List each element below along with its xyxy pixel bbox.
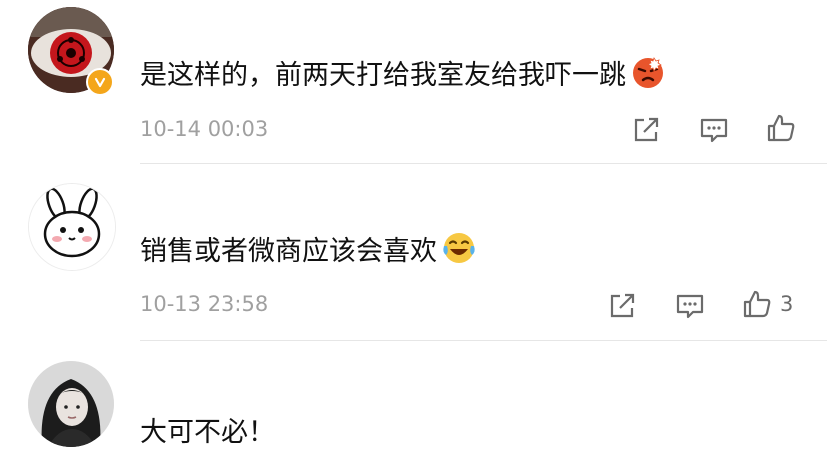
comment-text: 大可不必！ (140, 409, 275, 449)
avatar[interactable] (28, 361, 114, 447)
comment-button[interactable] (699, 114, 729, 146)
thumbs-up-icon (767, 114, 795, 142)
comment-text-content: 是这样的，前两天打给我室友给我吓一跳 (140, 59, 626, 91)
like-count: 3 (780, 292, 794, 316)
comment-item: 销售或者微商应该会喜欢 10-13 23:58 3 (0, 164, 827, 341)
comment-text: 是这样的，前两天打给我室友给我吓一跳 (140, 52, 666, 92)
timestamp: 10-14 00:03 (140, 117, 269, 141)
comment-icon (676, 294, 704, 319)
comment-item: 大可不必！ (0, 341, 827, 460)
thumbs-up-icon (743, 290, 771, 318)
rabbit-cartoon-avatar (29, 184, 115, 270)
like-button[interactable] (766, 112, 804, 144)
like-button[interactable]: 3 (742, 288, 793, 320)
comment-text: 销售或者微商应该会喜欢 (140, 228, 477, 268)
comment-item: 是这样的，前两天打给我室友给我吓一跳 10-14 00:03 (0, 0, 827, 164)
share-button[interactable] (631, 114, 661, 146)
share-icon (634, 117, 659, 142)
comment-text-content: 销售或者微商应该会喜欢 (140, 235, 437, 267)
comment-text-content: 大可不必！ (140, 416, 275, 448)
angry-face-emoji (633, 57, 663, 88)
comment-icon (700, 118, 728, 143)
girl-photo-avatar (28, 361, 114, 447)
timestamp: 10-13 23:58 (140, 292, 269, 316)
share-icon (610, 293, 635, 318)
avatar[interactable] (28, 183, 116, 271)
comment-button[interactable] (675, 290, 705, 322)
verified-v-icon (86, 68, 114, 96)
laughing-crying-emoji (443, 233, 475, 263)
share-button[interactable] (607, 290, 637, 322)
